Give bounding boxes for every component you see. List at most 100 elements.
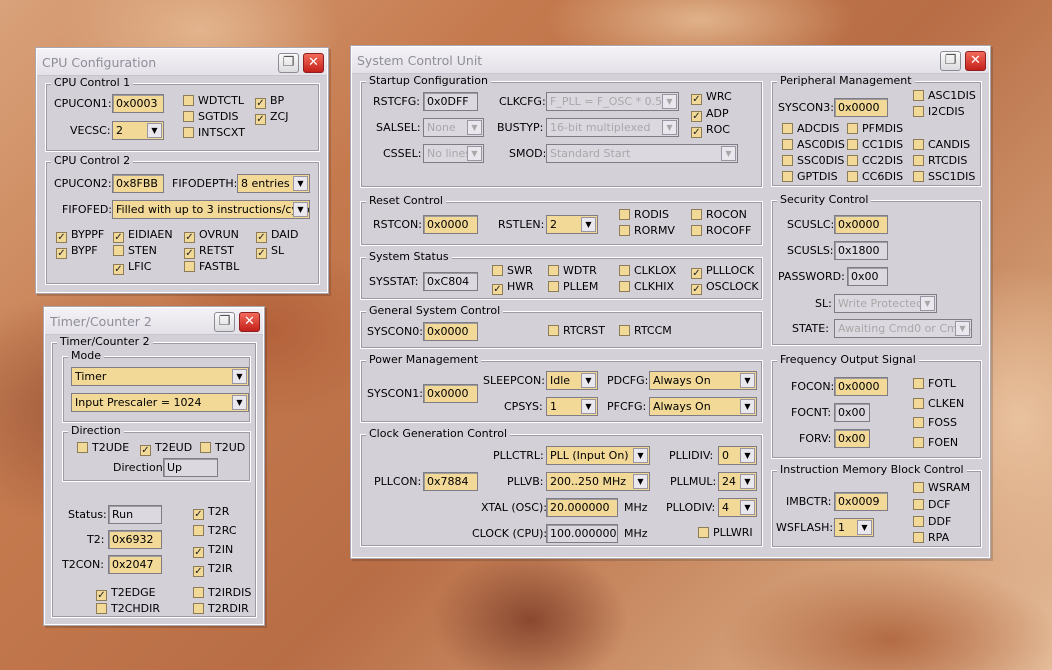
dropdown-arrow-icon[interactable]: ▼: [633, 474, 648, 489]
imbctr-field[interactable]: 0x0009: [834, 492, 888, 511]
forv-field[interactable]: 0x00: [834, 429, 870, 448]
checkbox-box[interactable]: [698, 527, 709, 538]
title-bar[interactable]: System Control Unit ❐ ✕: [352, 47, 989, 74]
pllvb-select[interactable]: 200..250 MHz ▼: [546, 472, 650, 491]
dropdown-arrow-icon[interactable]: ▼: [232, 395, 247, 410]
dropdown-arrow-icon[interactable]: ▼: [293, 202, 308, 217]
checkbox-box[interactable]: [691, 225, 702, 236]
checkbox-box[interactable]: [691, 209, 702, 220]
hwr-checkbox[interactable]: ✓ HWR: [492, 281, 534, 295]
cssel-select[interactable]: No lines ▼: [423, 144, 484, 163]
checkmark-icon[interactable]: ✓: [256, 248, 267, 259]
checkmark-icon[interactable]: ✓: [184, 232, 195, 243]
i2cdis-checkbox[interactable]: I2CDIS: [913, 106, 965, 118]
checkbox-box[interactable]: [847, 155, 858, 166]
checkbox-box[interactable]: [913, 398, 924, 409]
pllwri-checkbox[interactable]: PLLWRI: [698, 527, 753, 539]
checkmark-icon[interactable]: ✓: [255, 98, 266, 109]
checkmark-icon[interactable]: ✓: [691, 284, 702, 295]
zcj-checkbox[interactable]: ✓ ZCJ: [255, 111, 288, 125]
dropdown-arrow-icon[interactable]: ▼: [740, 474, 755, 489]
checkbox-box[interactable]: [913, 106, 924, 117]
checkbox-box[interactable]: [183, 111, 194, 122]
retst-checkbox[interactable]: ✓ RETST: [184, 245, 234, 259]
scuslc-field[interactable]: 0x0000: [834, 215, 888, 234]
clkcfg-select[interactable]: F_PLL = F_OSC * 0.5 ▼: [546, 92, 679, 111]
mode-select[interactable]: Timer ▼: [71, 367, 249, 386]
checkbox-box[interactable]: [913, 378, 924, 389]
dropdown-arrow-icon[interactable]: ▼: [581, 217, 596, 232]
sten-checkbox[interactable]: STEN: [113, 245, 157, 257]
checkmark-icon[interactable]: ✓: [113, 232, 124, 243]
checkbox-box[interactable]: [548, 281, 559, 292]
t2edge-checkbox[interactable]: ✓ T2EDGE: [96, 587, 156, 601]
checkmark-icon[interactable]: ✓: [140, 445, 151, 456]
syscon3-field[interactable]: 0x0000: [834, 98, 888, 117]
checkbox-box[interactable]: [492, 265, 503, 276]
checkbox-box[interactable]: [913, 155, 924, 166]
maximize-icon[interactable]: ❐: [940, 51, 961, 71]
cpucon2-field[interactable]: 0x8FBB: [112, 174, 164, 193]
checkbox-box[interactable]: [193, 603, 204, 614]
checkbox-box[interactable]: [913, 532, 924, 543]
rstcon-field[interactable]: 0x0000: [423, 215, 478, 234]
checkbox-box[interactable]: [847, 139, 858, 150]
wsram-checkbox[interactable]: WSRAM: [913, 482, 970, 494]
checkbox-box[interactable]: [548, 265, 559, 276]
t2ude-checkbox[interactable]: T2UDE: [77, 442, 129, 454]
adp-checkbox[interactable]: ✓ ADP: [691, 108, 729, 122]
t2eud-checkbox[interactable]: ✓ T2EUD: [140, 442, 192, 456]
checkbox-box[interactable]: [619, 325, 630, 336]
checkmark-icon[interactable]: ✓: [492, 284, 503, 295]
pllodiv-select[interactable]: 4 ▼: [718, 498, 757, 517]
checkbox-box[interactable]: [184, 261, 195, 272]
focon-field[interactable]: 0x0000: [834, 377, 888, 396]
t2chdir-checkbox[interactable]: T2CHDIR: [96, 603, 160, 615]
salsel-select[interactable]: None ▼: [423, 118, 484, 137]
dropdown-arrow-icon[interactable]: ▼: [740, 373, 755, 388]
syscon0-field[interactable]: 0x0000: [423, 322, 478, 341]
rstlen-select[interactable]: 2 ▼: [546, 215, 598, 234]
checkmark-icon[interactable]: ✓: [256, 232, 267, 243]
rodis-checkbox[interactable]: RODIS: [619, 209, 669, 221]
maximize-icon[interactable]: ❐: [214, 312, 235, 332]
checkmark-icon[interactable]: ✓: [193, 509, 204, 520]
rtccm-checkbox[interactable]: RTCCM: [619, 325, 672, 337]
wsflash-select[interactable]: 1 ▼: [834, 518, 874, 537]
checkmark-icon[interactable]: ✓: [691, 268, 702, 279]
checkbox-box[interactable]: [782, 171, 793, 182]
checkbox-box[interactable]: [77, 442, 88, 453]
fifodepth-select[interactable]: 8 entries ▼: [237, 174, 310, 193]
sleepcon-select[interactable]: Idle ▼: [546, 371, 598, 390]
fastbl-checkbox[interactable]: FASTBL: [184, 261, 239, 273]
asc1dis-checkbox[interactable]: ASC1DIS: [913, 90, 976, 102]
pllidiv-select[interactable]: 0 ▼: [718, 446, 757, 465]
t2ir-checkbox[interactable]: ✓ T2IR: [193, 563, 233, 577]
dropdown-arrow-icon[interactable]: ▼: [581, 373, 596, 388]
title-bar[interactable]: Timer/Counter 2 ❐ ✕: [45, 308, 263, 335]
clkhix-checkbox[interactable]: CLKHIX: [619, 281, 674, 293]
checkbox-box[interactable]: [183, 95, 194, 106]
t2in-checkbox[interactable]: ✓ T2IN: [193, 544, 233, 558]
clken-checkbox[interactable]: CLKEN: [913, 398, 964, 410]
checkmark-icon[interactable]: ✓: [56, 232, 67, 243]
foss-checkbox[interactable]: FOSS: [913, 417, 957, 429]
checkbox-box[interactable]: [200, 442, 211, 453]
sl-select[interactable]: Write Protected ▼: [834, 294, 937, 313]
title-bar[interactable]: CPU Configuration ❐ ✕: [37, 49, 327, 76]
cc6dis-checkbox[interactable]: CC6DIS: [847, 171, 903, 183]
checkbox-box[interactable]: [113, 245, 124, 256]
checkbox-box[interactable]: [193, 587, 204, 598]
foen-checkbox[interactable]: FOEN: [913, 437, 958, 449]
checkbox-box[interactable]: [913, 90, 924, 101]
dropdown-arrow-icon[interactable]: ▼: [857, 520, 872, 535]
close-icon[interactable]: ✕: [965, 51, 986, 71]
clklox-checkbox[interactable]: CLKLOX: [619, 265, 676, 277]
checkbox-box[interactable]: [96, 603, 107, 614]
t2irdis-checkbox[interactable]: T2IRDIS: [193, 587, 251, 599]
checkmark-icon[interactable]: ✓: [193, 547, 204, 558]
ssc0dis-checkbox[interactable]: SSC0DIS: [782, 155, 844, 167]
dropdown-arrow-icon[interactable]: ▼: [293, 176, 308, 191]
cpsys-select[interactable]: 1 ▼: [546, 397, 598, 416]
prescaler-select[interactable]: Input Prescaler = 1024 ▼: [71, 393, 249, 412]
